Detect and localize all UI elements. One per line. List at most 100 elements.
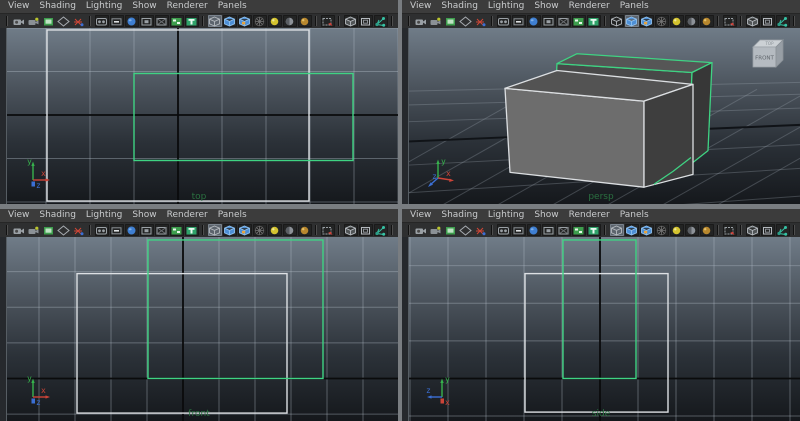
safe-title-icon[interactable]: [170, 15, 184, 27]
textured-icon[interactable]: [640, 224, 654, 236]
use-all-lights-icon[interactable]: [253, 224, 267, 236]
safe-title-icon[interactable]: [572, 15, 586, 27]
lights-icon[interactable]: [268, 224, 282, 236]
wireframe-on-shaded-icon[interactable]: [761, 224, 775, 236]
menu-renderer[interactable]: Renderer: [567, 1, 618, 12]
safe-action-icon[interactable]: [557, 15, 571, 27]
use-all-lights-icon[interactable]: [655, 15, 669, 27]
wireframe-on-shaded-icon[interactable]: [359, 15, 373, 27]
menu-lighting[interactable]: Lighting: [84, 1, 130, 12]
gate-mask-icon[interactable]: [527, 224, 541, 236]
menu-view[interactable]: View: [408, 1, 439, 12]
xray-icon[interactable]: [344, 15, 358, 27]
menu-show[interactable]: Show: [532, 1, 566, 12]
grease-pencil-icon[interactable]: [72, 15, 86, 27]
shadows-icon[interactable]: [685, 15, 699, 27]
film-gate-icon[interactable]: [95, 15, 109, 27]
plugin-icon[interactable]: [776, 224, 790, 236]
view-cube[interactable]: FRONTTOP: [746, 34, 790, 74]
wireframe-on-shaded-icon[interactable]: [761, 15, 775, 27]
menu-lighting[interactable]: Lighting: [84, 210, 130, 221]
textured-icon[interactable]: [238, 224, 252, 236]
safe-action-icon[interactable]: [557, 224, 571, 236]
fill-mode-icon[interactable]: [587, 15, 601, 27]
shadows-icon[interactable]: [283, 224, 297, 236]
xray-icon[interactable]: [746, 15, 760, 27]
menu-lighting[interactable]: Lighting: [486, 210, 532, 221]
isolate-select-icon[interactable]: [321, 15, 335, 27]
fill-mode-icon[interactable]: [185, 224, 199, 236]
film-gate-icon[interactable]: [497, 15, 511, 27]
resolution-gate-icon[interactable]: [110, 15, 124, 27]
menu-shading[interactable]: Shading: [439, 210, 486, 221]
ao-icon[interactable]: [700, 15, 714, 27]
image-plane-icon[interactable]: [42, 224, 56, 236]
pan-zoom-icon[interactable]: [57, 15, 71, 27]
menu-show[interactable]: Show: [532, 210, 566, 221]
menu-panels[interactable]: Panels: [216, 210, 255, 221]
xray-icon[interactable]: [344, 224, 358, 236]
film-gate-icon[interactable]: [497, 224, 511, 236]
textured-icon[interactable]: [238, 15, 252, 27]
menu-panels[interactable]: Panels: [618, 210, 657, 221]
safe-action-icon[interactable]: [155, 15, 169, 27]
menu-shading[interactable]: Shading: [439, 1, 486, 12]
menu-show[interactable]: Show: [130, 210, 164, 221]
xray-icon[interactable]: [746, 224, 760, 236]
textured-icon[interactable]: [640, 15, 654, 27]
wireframe-icon[interactable]: [610, 15, 624, 27]
film-gate-icon[interactable]: [95, 224, 109, 236]
menu-renderer[interactable]: Renderer: [567, 210, 618, 221]
menu-show[interactable]: Show: [130, 1, 164, 12]
camera-lock-icon[interactable]: [429, 15, 443, 27]
persp-view-canvas[interactable]: yxzFRONTTOPpersp: [402, 28, 800, 204]
image-plane-icon[interactable]: [444, 224, 458, 236]
fill-mode-icon[interactable]: [185, 15, 199, 27]
gate-mask-icon[interactable]: [125, 15, 139, 27]
camera-select-icon[interactable]: [414, 15, 428, 27]
resolution-gate-icon[interactable]: [512, 15, 526, 27]
ao-icon[interactable]: [700, 224, 714, 236]
grease-pencil-icon[interactable]: [474, 15, 488, 27]
lights-icon[interactable]: [670, 15, 684, 27]
isolate-select-icon[interactable]: [321, 224, 335, 236]
use-all-lights-icon[interactable]: [253, 15, 267, 27]
top-view-canvas[interactable]: yxztop: [0, 28, 398, 204]
safe-title-icon[interactable]: [572, 224, 586, 236]
camera-select-icon[interactable]: [12, 15, 26, 27]
wireframe-on-shaded-icon[interactable]: [359, 224, 373, 236]
isolate-select-icon[interactable]: [723, 224, 737, 236]
pan-zoom-icon[interactable]: [459, 15, 473, 27]
field-chart-icon[interactable]: [542, 224, 556, 236]
wireframe-icon[interactable]: [610, 224, 624, 236]
image-plane-icon[interactable]: [42, 15, 56, 27]
menu-view[interactable]: View: [408, 210, 439, 221]
isolate-select-icon[interactable]: [723, 15, 737, 27]
image-plane-icon[interactable]: [444, 15, 458, 27]
menu-renderer[interactable]: Renderer: [165, 1, 216, 12]
resolution-gate-icon[interactable]: [110, 224, 124, 236]
field-chart-icon[interactable]: [140, 224, 154, 236]
grease-pencil-icon[interactable]: [474, 224, 488, 236]
menu-shading[interactable]: Shading: [37, 1, 84, 12]
ao-icon[interactable]: [298, 224, 312, 236]
shaded-icon[interactable]: [223, 15, 237, 27]
grease-pencil-icon[interactable]: [72, 224, 86, 236]
shadows-icon[interactable]: [283, 15, 297, 27]
safe-title-icon[interactable]: [170, 224, 184, 236]
shaded-icon[interactable]: [625, 15, 639, 27]
safe-action-icon[interactable]: [155, 224, 169, 236]
menu-panels[interactable]: Panels: [618, 1, 657, 12]
gate-mask-icon[interactable]: [527, 15, 541, 27]
field-chart-icon[interactable]: [140, 15, 154, 27]
plugin-icon[interactable]: [374, 15, 388, 27]
plugin-icon[interactable]: [374, 224, 388, 236]
ao-icon[interactable]: [298, 15, 312, 27]
fill-mode-icon[interactable]: [587, 224, 601, 236]
menu-panels[interactable]: Panels: [216, 1, 255, 12]
field-chart-icon[interactable]: [542, 15, 556, 27]
gate-mask-icon[interactable]: [125, 224, 139, 236]
menu-renderer[interactable]: Renderer: [165, 210, 216, 221]
plugin-icon[interactable]: [776, 15, 790, 27]
camera-select-icon[interactable]: [414, 224, 428, 236]
